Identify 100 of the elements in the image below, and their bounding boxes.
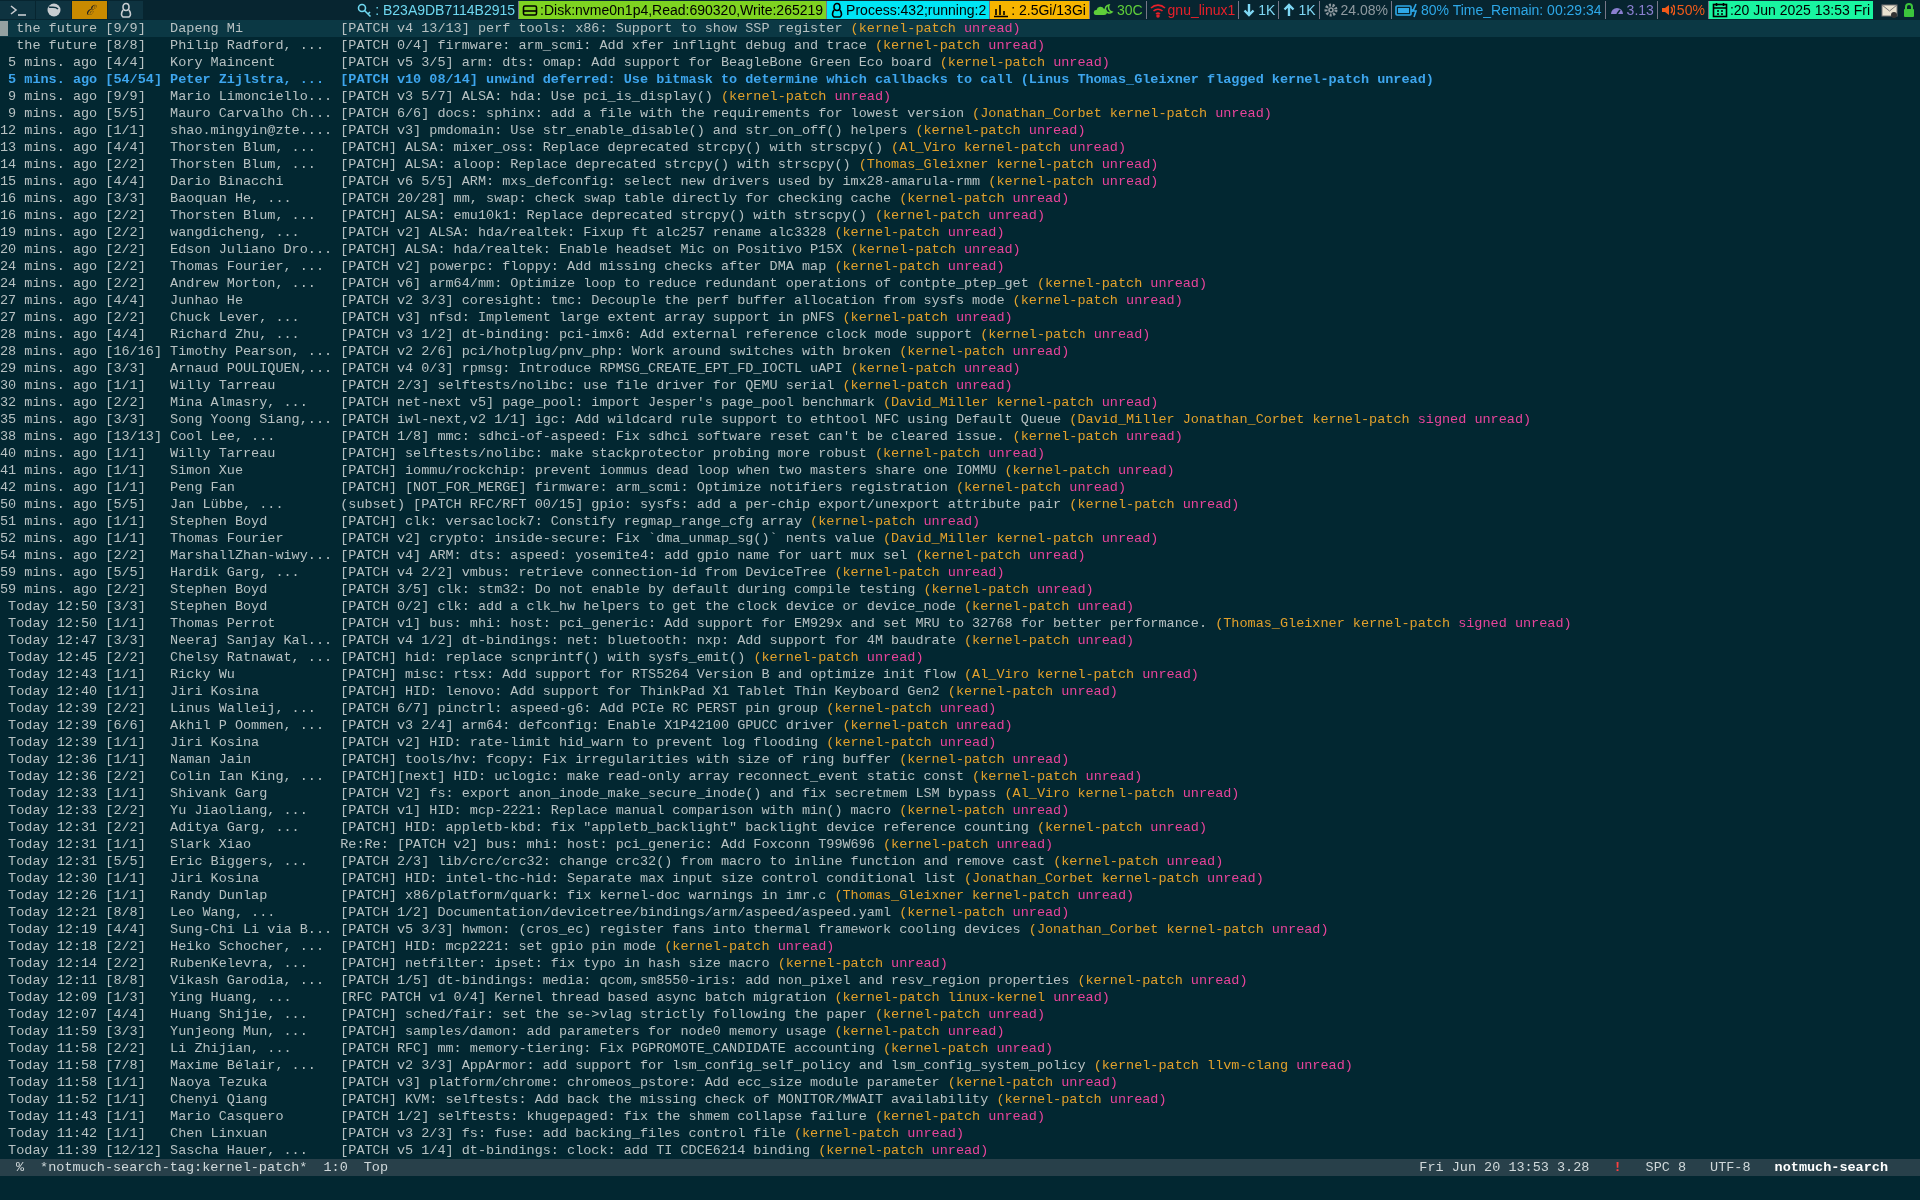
search-result-row[interactable]: Today 11:59 [3/3] Yunjeong Mun, ... [PATCH] samples/damon: add parameters for node0 memory usage (kernel-patch unread) xyxy=(0,1023,1920,1040)
search-result-row[interactable]: Today 12:09 [1/3] Ying Huang, ... [RFC PATCH v1 0/4] Kernel thread based async batch migration (kernel-patch linux-kernel unread) xyxy=(0,989,1920,1006)
thread-authors: Stephen Boyd xyxy=(170,581,269,598)
search-result-row[interactable]: the future [9/9] Dapeng Mi [PATCH v4 13/13] perf tools: x86: Support to show SSP register (kernel-patch unread) xyxy=(0,20,1920,37)
search-result-row[interactable]: 14 mins. ago [2/2] Thorsten Blum, ... [PATCH] ALSA: aloop: Replace deprecated strcpy() with strscpy() (Thomas_Gleixner kernel-patch unread) xyxy=(0,156,1920,173)
search-result-row[interactable]: 41 mins. ago [1/1] Simon Xue [PATCH] iommu/rockchip: prevent iommus dead loop when two masters share one IOMMU (kernel-patch unread) xyxy=(0,462,1920,479)
thread-subject: [PATCH 0/2] clk: add a clk_hw helpers to get the clock device or device_node xyxy=(340,598,956,615)
thread-subject: [PATCH v4 2/2] vmbus: retrieve connection-id from DeviceTree xyxy=(340,564,827,581)
search-result-row[interactable]: Today 12:07 [4/4] Huang Shijie, ... [PATCH] sched/fair: set the se->vlag strictly following the paper (kernel-patch unread) xyxy=(0,1006,1920,1023)
search-result-row[interactable]: 30 mins. ago [1/1] Willy Tarreau [PATCH 2/3] selftests/nolibc: use file driver for QEMU serial (kernel-patch unread) xyxy=(0,377,1920,394)
search-result-row[interactable]: Today 12:31 [5/5] Eric Biggers, ... [PATCH 2/3] lib/crc/crc32: change crc32() from macro to inline function and remove cast (kernel-patch unread) xyxy=(0,853,1920,870)
search-result-row[interactable]: 24 mins. ago [2/2] Andrew Morton, ... [PATCH v6] arm64/mm: Optimize loop to reduce redundant operations of contpte_ptep_get (kernel-patch unread) xyxy=(0,275,1920,292)
message-count: [3/3] xyxy=(105,632,147,649)
search-result-row[interactable]: Today 12:18 [2/2] Heiko Schocher, ... [PATCH] HID: mcp2221: set gpio pin mode (kernel-patch unread) xyxy=(0,938,1920,955)
search-result-row[interactable]: Today 11:39 [12/12] Sascha Hauer, ... [PATCH v5 1/4] dt-bindings: clock: add TI CDCE6214 binding (kernel-patch unread) xyxy=(0,1142,1920,1159)
search-result-row[interactable]: Today 11:43 [1/1] Mario Casquero [PATCH 1/2] selftests: khugepaged: fix the shmem collapse failure (kernel-patch unread) xyxy=(0,1108,1920,1125)
search-result-row[interactable]: Today 12:45 [2/2] Chelsy Ratnawat, ... [PATCH] hid: replace scnprintf() with sysfs_emit() (kernel-patch unread) xyxy=(0,649,1920,666)
thread-subject: [PATCH] HID: mcp2221: set gpio pin mode xyxy=(340,938,657,955)
search-result-row[interactable]: 51 mins. ago [1/1] Stephen Boyd [PATCH] clk: versaclock7: Constify regmap_range_cfg array (kernel-patch unread) xyxy=(0,513,1920,530)
search-result-row[interactable]: Today 12:50 [1/1] Thomas Perrot [PATCH v1] bus: mhi: host: pci_generic: Add support for EM929x and set MRU to 32768 for better performance. (Thomas_Gleixner kernel-patch signed unread) xyxy=(0,615,1920,632)
arrow-up-icon xyxy=(1282,2,1297,18)
tag-label: unread) xyxy=(1012,190,1070,207)
search-result-row[interactable]: the future [8/8] Philip Radford, ... [PATCH 0/4] firmware: arm_scmi: Add xfer inflight debug and trace (kernel-patch unread) xyxy=(0,37,1920,54)
search-result-row[interactable]: Today 11:58 [2/2] Li Zhijian, ... [PATCH RFC] mm: memory-tiering: Fix PGPROMOTE_CANDIDATE accounting (kernel-patch unread) xyxy=(0,1040,1920,1057)
search-result-row[interactable]: Today 12:40 [1/1] Jiri Kosina [PATCH] HID: lenovo: Add support for ThinkPad X1 Tablet Thin Keyboard Gen2 (kernel-patch unread) xyxy=(0,683,1920,700)
lock-icon[interactable] xyxy=(1902,2,1916,18)
search-result-row[interactable]: Today 11:58 [7/8] Maxime Bélair, ... [PATCH v2 3/3] AppArmor: add support for lsm_config_self_policy and lsm_config_system_policy (kernel-patch llvm-clang unread) xyxy=(0,1057,1920,1074)
search-result-row[interactable]: 40 mins. ago [1/1] Willy Tarreau [PATCH] selftests/nolibc: make stackprotector probing more robust (kernel-patch unread) xyxy=(0,445,1920,462)
search-result-row[interactable]: Today 11:58 [1/1] Naoya Tezuka [PATCH v3] platform/chrome: chromeos_pstore: Add ecc_size module parameter (kernel-patch unread) xyxy=(0,1074,1920,1091)
search-result-row[interactable]: Today 12:39 [6/6] Akhil P Oommen, ... [PATCH v3 2/4] arm64: defconfig: Enable X1P42100 GPUCC driver (kernel-patch unread) xyxy=(0,717,1920,734)
message-count: [9/9] xyxy=(105,20,147,37)
workspace-button[interactable]: ℰ xyxy=(72,1,107,19)
search-result-row[interactable]: Today 12:33 [2/2] Yu Jiaoliang, ... [PATCH v1] HID: mcp-2221: Replace manual comparison with min() macro (kernel-patch unread) xyxy=(0,802,1920,819)
search-result-row[interactable]: 13 mins. ago [4/4] Thorsten Blum, ... [PATCH] ALSA: mixer_oss: Replace deprecated strcpy() with strscpy() (Al_Viro kernel-patch unread) xyxy=(0,139,1920,156)
search-result-row[interactable]: Today 12:50 [3/3] Stephen Boyd [PATCH 0/2] clk: add a clk_hw helpers to get the clock device or device_node (kernel-patch unread) xyxy=(0,598,1920,615)
mail-icon[interactable] xyxy=(1881,1,1898,19)
search-result-row[interactable]: 9 mins. ago [9/9] Mario Limonciello... [PATCH v3 5/7] ALSA: hda: Use pci_is_display() (kernel-patch unread) xyxy=(0,88,1920,105)
search-result-row[interactable]: 20 mins. ago [2/2] Edson Juliano Dro... [PATCH] ALSA: hda/realtek: Enable headset Mic on Positivo P15X (kernel-patch unread) xyxy=(0,241,1920,258)
search-result-row[interactable]: 50 mins. ago [5/5] Jan Lübbe, ... (subset) [PATCH RFC/RFT 00/15] gpio: sysfs: add a per-chip export/unexport attribute pair (kernel-patch unread) xyxy=(0,496,1920,513)
tag-label: kernel-patch xyxy=(1101,870,1199,887)
search-result-row[interactable]: 38 mins. ago [13/13] Cool Lee, ... [PATCH 1/8] mmc: sdhci-of-aspeed: Fix sdhci software reset can't be cleared issue. (kernel-patch unread) xyxy=(0,428,1920,445)
search-result-row[interactable]: 16 mins. ago [3/3] Baoquan He, ... [PATCH 20/28] mm, swap: check swap table directly for checking cache (kernel-patch unread) xyxy=(0,190,1920,207)
search-result-row[interactable]: Today 12:36 [2/2] Colin Ian King, ... [PATCH][next] HID: uclogic: make read-only array reconnect_event static const (kernel-patch unread) xyxy=(0,768,1920,785)
search-result-row[interactable]: 54 mins. ago [2/2] MarshallZhan-wiwy... [PATCH v4] ARM: dts: aspeed: yosemite4: add gpio name for uart mux sel (kernel-patch unread) xyxy=(0,547,1920,564)
search-result-row[interactable]: 9 mins. ago [5/5] Mauro Carvalho Ch... [PATCH 6/6] docs: sphinx: add a file with the requirements for lowest version (Jonathan_Corbet kernel-patch unread) xyxy=(0,105,1920,122)
thread-authors: Mina Almasry, ... xyxy=(170,394,309,411)
search-result-row[interactable]: 28 mins. ago [4/4] Richard Zhu, ... [PATCH v3 1/2] dt-binding: pci-imx6: Add external reference clock mode support (kernel-patch unread) xyxy=(0,326,1920,343)
search-result-row[interactable]: Today 12:11 [8/8] Vikash Garodia, ... [PATCH 1/5] dt-bindings: media: qcom,sm8550-iris: add non_pixel and resv_region properties (kernel-patch unread) xyxy=(0,972,1920,989)
thread-subject: [PATCH v2 2/6] pci/hotplug/pnv_php: Work around switches with broken xyxy=(340,343,892,360)
tag-label: unread) xyxy=(1012,343,1070,360)
search-result-row[interactable]: 35 mins. ago [3/3] Song Yoong Siang,... [PATCH iwl-next,v2 1/1] igc: Add wildcard rule support to ethtool NFC using Default Queue (David_Miller Jonathan_Corbet kernel-patch signed unread) xyxy=(0,411,1920,428)
search-result-row[interactable]: 42 mins. ago [1/1] Peng Fan [PATCH] [NOT_FOR_MERGE] firmware: arm_scmi: Optimize notifiers registration (kernel-patch unread) xyxy=(0,479,1920,496)
tag-label: unread) xyxy=(931,1142,989,1159)
search-result-row[interactable]: 19 mins. ago [2/2] wangdicheng, ... [PATCH v2] ALSA: hda/realtek: Fixup ft alc257 rename alc3328 (kernel-patch unread) xyxy=(0,224,1920,241)
thread-subject: [PATCH 2/3] lib/crc/crc32: change crc32() from macro to inline function and remove cast xyxy=(340,853,1046,870)
search-result-row[interactable]: Today 12:31 [1/1] Slark Xiao Re:Re: [PATCH v2] bus: mhi: host: pci_generic: Add Foxconn T99W696 (kernel-patch unread) xyxy=(0,836,1920,853)
message-count: [1/1] xyxy=(105,530,147,547)
search-result-row[interactable]: 27 mins. ago [2/2] Chuck Lever, ... [PATCH v3] nfsd: Implement large extent array support in pNFS (kernel-patch unread) xyxy=(0,309,1920,326)
search-result-row[interactable]: Today 11:52 [1/1] Chenyi Qiang [PATCH] KVM: selftests: Add back the missing check of MONITOR/MWAIT availability (kernel-patch unread) xyxy=(0,1091,1920,1108)
workspace-button[interactable] xyxy=(36,1,71,19)
search-result-row[interactable]: 29 mins. ago [3/3] Arnaud POULIQUEN,... [PATCH v4 0/3] rpmsg: Introduce RPMSG_CREATE_EPT_FD_IOCTL uAPI (kernel-patch unread) xyxy=(0,360,1920,377)
search-result-row[interactable]: 59 mins. ago [5/5] Hardik Garg, ... [PATCH v4 2/2] vmbus: retrieve connection-id from DeviceTree (kernel-patch unread) xyxy=(0,564,1920,581)
search-result-row[interactable]: Today 12:26 [1/1] Randy Dunlap [PATCH] x86/platform/quark: fix kernel-doc warnings in imr.c (Thomas_Gleixner kernel-patch unread) xyxy=(0,887,1920,904)
search-result-row[interactable]: Today 12:21 [8/8] Leo Wang, ... [PATCH 1/2] Documentation/devicetree/bindings/arm/aspeed/aspeed.yaml (kernel-patch unread) xyxy=(0,904,1920,921)
message-count: [1/1] xyxy=(105,1108,147,1125)
thread-date: Today 11:58 xyxy=(7,1040,98,1057)
search-result-row[interactable]: 24 mins. ago [2/2] Thomas Fourier, ... [PATCH v2] powerpc: floppy: Add missing checks after DMA map (kernel-patch unread) xyxy=(0,258,1920,275)
search-result-row[interactable]: 15 mins. ago [4/4] Dario Binacchi [PATCH v6 5/5] ARM: mxs_defconfig: select new drivers used by imx28-amarula-rmm (kernel-patch unread) xyxy=(0,173,1920,190)
thread-authors: Li Zhijian, ... xyxy=(170,1040,293,1057)
message-count: [8/8] xyxy=(105,972,147,989)
search-result-row[interactable]: Today 12:39 [1/1] Jiri Kosina [PATCH v2] HID: rate-limit hid_warn to prevent log flooding (kernel-patch unread) xyxy=(0,734,1920,751)
search-result-row[interactable]: Today 12:47 [3/3] Neeraj Sanjay Kal... [PATCH v4 1/2] dt-bindings: net: bluetooth: nxp: Add support for 4M baudrate (kernel-patch unread) xyxy=(0,632,1920,649)
workspace-button[interactable] xyxy=(108,1,143,19)
search-result-row[interactable]: 52 mins. ago [1/1] Thomas Fourier [PATCH v2] crypto: inside-secure: Fix `dma_unmap_sg()` nents value (David_Miller kernel-patch unread) xyxy=(0,530,1920,547)
search-result-row[interactable]: 16 mins. ago [2/2] Thorsten Blum, ... [PATCH] ALSA: emu10k1: Replace deprecated strcpy() with strscpy() (kernel-patch unread) xyxy=(0,207,1920,224)
search-result-row[interactable]: Today 12:19 [4/4] Sung-Chi Li via B... [PATCH v5 3/3] hwmon: (cros_ec) register fans into thermal framework cooling devices (Jonathan_Corbet kernel-patch unread) xyxy=(0,921,1920,938)
search-result-row[interactable]: 28 mins. ago [16/16] Timothy Pearson, ... [PATCH v2 2/6] pci/hotplug/pnv_php: Work around switches with broken (kernel-patch unread) xyxy=(0,343,1920,360)
search-result-row[interactable]: Today 12:31 [2/2] Aditya Garg, ... [PATCH] HID: appletb-kbd: fix "appletb_backlight" backlight device reference counting (kernel-patch unread) xyxy=(0,819,1920,836)
search-result-row[interactable]: Today 12:14 [2/2] RubenKelevra, ... [PATCH] netfilter: ipset: fix typo in hash size macro (kernel-patch unread) xyxy=(0,955,1920,972)
thread-authors: Thorsten Blum, ... xyxy=(170,156,317,173)
search-result-row[interactable]: Today 12:33 [1/1] Shivank Garg [PATCH V2] fs: export anon_inode_make_secure_inode() and fix secretmem LSM bypass (Al_Viro kernel-patch unread) xyxy=(0,785,1920,802)
workspace-button[interactable] xyxy=(0,1,35,19)
thread-date: 15 mins. ago xyxy=(0,173,98,190)
search-result-row[interactable]: 5 mins. ago [4/4] Kory Maincent [PATCH v5 3/5] arm: dts: omap: Add support for BeagleBone Green Eco board (kernel-patch unread) xyxy=(0,54,1920,71)
search-result-row[interactable]: 32 mins. ago [2/2] Mina Almasry, ... [PATCH net-next v5] page_pool: import Jesper's page_pool benchmark (David_Miller kernel-patch unread) xyxy=(0,394,1920,411)
search-result-row[interactable]: 59 mins. ago [2/2] Stephen Boyd [PATCH 3/5] clk: stm32: Do not enable by default during compile testing (kernel-patch unread) xyxy=(0,581,1920,598)
tag-label: unread) xyxy=(777,938,835,955)
thread-subject: [PATCH v2] HID: rate-limit hid_warn to prevent log flooding xyxy=(340,734,819,751)
thread-subject: [PATCH v1] bus: mhi: host: pci_generic: Add support for EM929x and set MRU to 32768 for better performance. xyxy=(340,615,1208,632)
search-result-row[interactable]: 5 mins. ago [54/54] Peter Zijlstra, ... [PATCH v10 08/14] unwind deferred: Use bitmask to determine which callbacks to call (Linus Thomas_Gleixner flagged kernel-patch unread) xyxy=(0,71,1920,88)
thread-subject: [PATCH v3 2/3] fs: fuse: add backing_files control file xyxy=(340,1125,786,1142)
search-result-row[interactable]: Today 12:39 [2/2] Linus Walleij, ... [PATCH 6/7] pinctrl: aspeed-g6: Add PCIe RC PERST pin group (kernel-patch unread) xyxy=(0,700,1920,717)
thread-date: Today 11:58 xyxy=(7,1074,98,1091)
search-result-row[interactable]: Today 12:43 [1/1] Ricky Wu [PATCH] misc: rtsx: Add support for RTS5264 Version B and optimize init flow (Al_Viro kernel-patch unread) xyxy=(0,666,1920,683)
search-result-row[interactable]: 12 mins. ago [1/1] shao.mingyin@zte.... [PATCH v3] pmdomain: Use str_enable_disable() and str_on_off() helpers (kernel-patch unread) xyxy=(0,122,1920,139)
search-result-row[interactable]: Today 12:36 [1/1] Naman Jain [PATCH] tools/hv: fcopy: Fix irregularities with size of ring buffer (kernel-patch unread) xyxy=(0,751,1920,768)
search-result-row[interactable]: 27 mins. ago [4/4] Junhao He [PATCH v2 3/3] coresight: tmc: Decouple the perf buffer allocation from sysfs mode (kernel-patch unread) xyxy=(0,292,1920,309)
search-result-row[interactable]: Today 12:30 [1/1] Jiri Kosina [PATCH] HID: intel-thc-hid: Separate max input size control conditional list (Jonathan_Corbet kernel-patch unread) xyxy=(0,870,1920,887)
search-result-row[interactable]: Today 11:42 [1/1] Chen Linxuan [PATCH v3 2/3] fs: fuse: add backing_files control file (kernel-patch unread) xyxy=(0,1125,1920,1142)
tag-label: unread) xyxy=(947,1023,1005,1040)
